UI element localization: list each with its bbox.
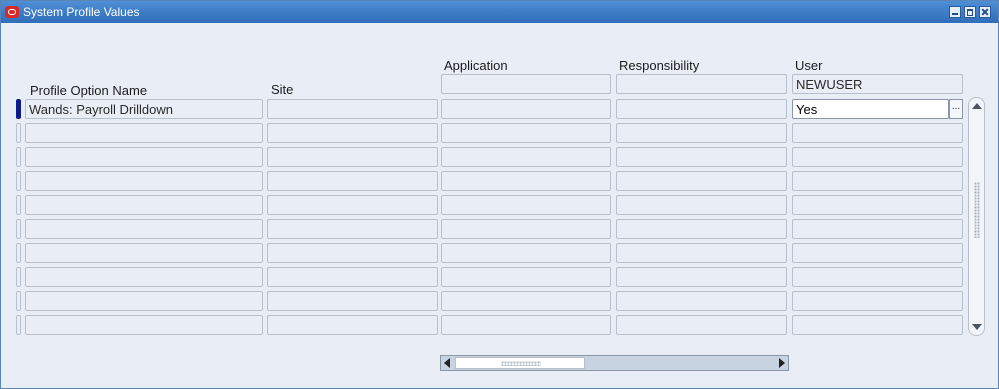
profile-option-name-cell[interactable] [25,123,263,143]
application-cell[interactable] [441,291,611,311]
application-cell[interactable] [441,171,611,191]
responsibility-cell[interactable] [616,123,787,143]
minimize-icon[interactable] [949,6,961,18]
scroll-down-arrow-icon[interactable] [972,324,982,330]
list-of-values-button[interactable]: ... [949,99,963,119]
responsibility-cell[interactable] [616,267,787,287]
close-icon[interactable] [979,6,991,18]
window-title: System Profile Values [23,5,140,19]
record-indicator[interactable] [16,243,21,263]
application-cell[interactable] [441,195,611,215]
context-user-field[interactable]: NEWUSER [792,74,963,94]
application-cell[interactable] [441,99,611,119]
site-cell[interactable] [267,171,438,191]
record-indicator[interactable] [16,99,21,119]
column-header-application: Application [444,58,508,73]
oracle-app-icon [5,6,19,18]
context-application-field[interactable] [441,74,611,94]
site-cell[interactable] [267,291,438,311]
horizontal-scroll-thumb[interactable] [455,357,585,369]
profile-option-name-cell[interactable] [25,267,263,287]
profile-option-name-cell[interactable] [25,315,263,335]
site-cell[interactable] [267,219,438,239]
site-cell[interactable] [267,123,438,143]
user-cell[interactable] [792,267,963,287]
application-cell[interactable] [441,267,611,287]
column-header-responsibility: Responsibility [619,58,700,73]
user-cell[interactable] [792,243,963,263]
record-indicator[interactable] [16,267,21,287]
profile-option-name-cell[interactable] [25,219,263,239]
profile-option-name-cell[interactable]: Wands: Payroll Drilldown [25,99,263,119]
user-cell[interactable] [792,147,963,167]
scroll-right-arrow-icon[interactable] [779,358,785,368]
scroll-grip [501,361,541,366]
user-cell[interactable] [792,195,963,215]
profile-option-name-cell[interactable] [25,171,263,191]
user-cell[interactable] [792,291,963,311]
scroll-left-arrow-icon[interactable] [444,358,450,368]
application-cell[interactable] [441,243,611,263]
context-responsibility-field[interactable] [616,74,787,94]
record-indicator[interactable] [16,123,21,143]
user-cell[interactable] [792,315,963,335]
vertical-scrollbar[interactable] [968,97,985,336]
application-cell[interactable] [441,147,611,167]
application-cell[interactable] [441,219,611,239]
application-cell[interactable] [441,123,611,143]
record-indicator[interactable] [16,291,21,311]
horizontal-scrollbar[interactable] [440,355,789,371]
user-cell[interactable] [792,171,963,191]
site-cell[interactable] [267,99,438,119]
scroll-up-arrow-icon[interactable] [972,103,982,109]
user-cell[interactable] [792,123,963,143]
profile-option-name-cell[interactable] [25,291,263,311]
responsibility-cell[interactable] [616,99,787,119]
record-indicator[interactable] [16,171,21,191]
profile-option-name-cell[interactable] [25,147,263,167]
record-indicator[interactable] [16,219,21,239]
responsibility-cell[interactable] [616,291,787,311]
title-bar[interactable]: System Profile Values [1,1,998,23]
record-indicator[interactable] [16,195,21,215]
responsibility-cell[interactable] [616,243,787,263]
column-header-site: Site [271,82,294,97]
site-cell[interactable] [267,243,438,263]
system-profile-values-window: System Profile Values Application Respon… [0,0,999,389]
site-cell[interactable] [267,195,438,215]
profile-option-name-cell[interactable] [25,195,263,215]
record-indicator[interactable] [16,147,21,167]
user-cell[interactable] [792,219,963,239]
site-cell[interactable] [267,315,438,335]
responsibility-cell[interactable] [616,315,787,335]
column-header-user: User [795,58,823,73]
profile-option-name-cell[interactable] [25,243,263,263]
application-cell[interactable] [441,315,611,335]
record-indicator[interactable] [16,315,21,335]
site-cell[interactable] [267,147,438,167]
column-header-profile-option-name: Profile Option Name [30,83,148,98]
responsibility-cell[interactable] [616,219,787,239]
maximize-icon[interactable] [964,6,976,18]
scroll-grip[interactable] [974,182,980,238]
responsibility-cell[interactable] [616,171,787,191]
site-cell[interactable] [267,267,438,287]
responsibility-cell[interactable] [616,147,787,167]
responsibility-cell[interactable] [616,195,787,215]
user-cell[interactable]: Yes [792,99,949,119]
